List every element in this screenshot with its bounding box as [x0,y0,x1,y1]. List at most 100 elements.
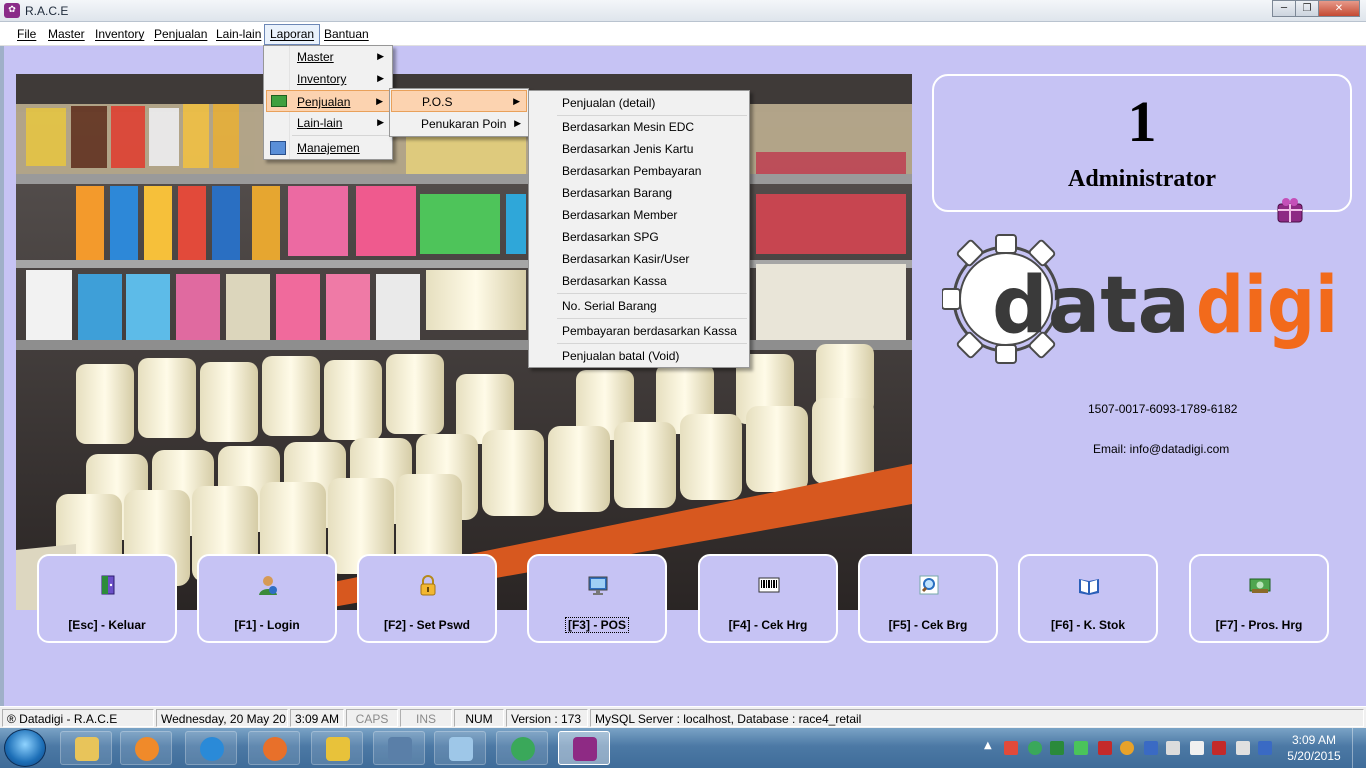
menu-penjualan[interactable]: Penjualan [150,25,211,44]
pos-item-penjualan-detail[interactable]: Penjualan (detail) [530,92,748,114]
laporan-menu: Master ▶ Inventory ▶ Penjualan ▶ Lain-lain ▶… [263,45,393,160]
skype-icon[interactable] [1258,741,1272,755]
taskbar-firefox[interactable] [248,731,300,765]
monitor-icon [388,737,412,761]
license-serial: 1507-0017-6093-1789-6182 [1088,402,1238,416]
pos-button-label: [F3] - POS [529,617,665,633]
network-icon[interactable] [1212,741,1226,755]
logo-text-data: data [992,261,1190,351]
pos-item-label: Berdasarkan Kassa [562,274,667,288]
maximize-button[interactable]: ❐ [1295,0,1319,17]
pos-item-void[interactable]: Penjualan batal (Void) [530,345,748,367]
pos-item-mesin-edc[interactable]: Berdasarkan Mesin EDC [530,116,748,138]
price-process-button-label: [F7] - Pros. Hrg [1215,618,1303,632]
pos-item-pembayaran[interactable]: Berdasarkan Pembayaran [530,160,748,182]
menu-bantuan[interactable]: Bantuan [320,25,373,44]
shield-icon[interactable] [1098,741,1112,755]
laporan-item-manajemen-label: Manajemen [297,141,360,155]
pos-button[interactable]: [F3] - POS [527,554,667,643]
laporan-item-manajemen[interactable]: Manajemen [266,137,390,159]
check-item-button-label: [F5] - Cek Brg [888,618,968,632]
title-bar: ✿ R.A.C.E ─ ❐ ✕ [0,0,1366,22]
menu-file[interactable]: File [13,25,40,44]
exit-door-icon [97,574,119,596]
menu-lain-lain[interactable]: Lain-lain [212,25,265,44]
pos-item-kasir-user[interactable]: Berdasarkan Kasir/User [530,248,748,270]
tray-icon[interactable] [1004,741,1018,755]
user-login-icon [257,574,279,596]
check-price-button-label: [F4] - Cek Hrg [728,618,808,632]
pos-item-spg[interactable]: Berdasarkan SPG [530,226,748,248]
exit-button[interactable]: [Esc] - Keluar [37,554,177,643]
menu-laporan[interactable]: Laporan [264,24,321,45]
notes-icon [326,737,350,761]
tray-icon[interactable] [1074,741,1088,755]
laporan-item-penjualan[interactable]: Penjualan ▶ [266,90,390,112]
menu-separator [292,135,390,136]
tray-icon[interactable] [1028,741,1042,755]
folder-icon [75,737,99,761]
taskbar-internet-explorer[interactable] [185,731,237,765]
set-password-button[interactable]: [F2] - Set Pswd [357,554,497,643]
penjualan-item-pos-label: P.O.S [422,95,453,109]
taskbar-sticky-notes[interactable] [311,731,363,765]
penjualan-item-pos[interactable]: P.O.S ▶ [391,90,527,112]
taskbar-race[interactable] [558,731,610,765]
pos-item-jenis-kartu[interactable]: Berdasarkan Jenis Kartu [530,138,748,160]
firefox-icon [263,737,287,761]
taskbar-clock[interactable]: 3:09 AM 5/20/2015 [1286,732,1342,764]
globe-icon [511,737,535,761]
checkbox-icon[interactable] [1050,741,1064,755]
pos-item-no-serial[interactable]: No. Serial Barang [530,295,748,317]
pos-item-label: Berdasarkan SPG [562,230,659,244]
submenu-arrow-icon: ▶ [377,52,384,62]
menu-master[interactable]: Master [44,25,89,44]
money-icon [271,95,287,107]
pos-item-pembayaran-kassa[interactable]: Pembayaran berdasarkan Kassa [530,320,748,342]
tray-icon[interactable] [1166,741,1180,755]
tray-icon[interactable] [1120,741,1134,755]
submenu-arrow-icon: ▶ [376,97,383,107]
close-button[interactable]: ✕ [1318,0,1360,17]
pos-item-label: No. Serial Barang [562,299,657,313]
datadigi-logo: data digi [941,232,1346,366]
taskbar-network[interactable] [496,731,548,765]
pos-item-label: Berdasarkan Mesin EDC [562,120,695,134]
minimize-button[interactable]: ─ [1272,0,1296,17]
bluetooth-icon[interactable] [1144,741,1158,755]
show-desktop-button[interactable] [1352,728,1366,768]
taskbar-media-player[interactable] [120,731,172,765]
price-process-button[interactable]: [F7] - Pros. Hrg [1189,554,1329,643]
menu-inventory[interactable]: Inventory [91,25,148,44]
tray-expand-icon[interactable]: ▲ [984,740,992,751]
pos-item-label: Berdasarkan Kasir/User [562,252,690,266]
check-item-button[interactable]: [F5] - Cek Brg [858,554,998,643]
check-price-button[interactable]: [F4] - Cek Hrg [698,554,838,643]
taskbar-app[interactable] [434,731,486,765]
submenu-arrow-icon: ▶ [513,97,520,107]
volume-icon[interactable] [1236,741,1250,755]
login-button[interactable]: [F1] - Login [197,554,337,643]
laporan-item-inventory[interactable]: Inventory ▶ [266,68,390,90]
taskbar-explorer[interactable] [60,731,112,765]
laporan-item-master[interactable]: Master ▶ [266,46,390,68]
pos-item-member[interactable]: Berdasarkan Member [530,204,748,226]
padlock-icon [417,574,439,596]
laporan-item-lain-lain[interactable]: Lain-lain ▶ [266,112,390,134]
penjualan-item-penukaran-poin[interactable]: Penukaran Poin ▶ [391,113,527,135]
taskbar-remote-desktop[interactable] [373,731,425,765]
logo-text-digi: digi [1196,261,1338,351]
pos-item-label: Berdasarkan Barang [562,186,673,200]
menu-bar: File Master Inventory Penjualan Lain-lai… [0,22,1366,46]
pos-item-barang[interactable]: Berdasarkan Barang [530,182,748,204]
exit-button-label: [Esc] - Keluar [68,618,146,632]
clock-date: 5/20/2015 [1287,749,1341,763]
pos-item-label: Berdasarkan Jenis Kartu [562,142,694,156]
clock-time: 3:09 AM [1291,733,1337,747]
penjualan-item-penukaran-poin-label: Penukaran Poin [421,117,507,131]
stock-card-button[interactable]: [F6] - K. Stok [1018,554,1158,643]
book-icon [1078,574,1100,596]
start-button[interactable] [4,729,46,767]
pos-item-kassa[interactable]: Berdasarkan Kassa [530,270,748,292]
tray-icon[interactable] [1190,741,1204,755]
